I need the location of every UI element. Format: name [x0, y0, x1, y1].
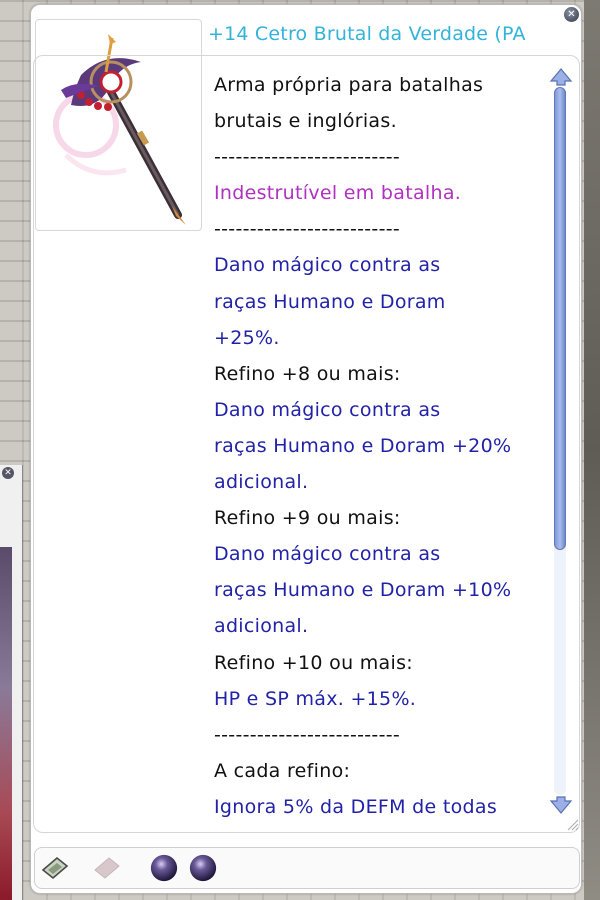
description-line: Arma própria para batalhas [214, 74, 484, 96]
description-line: +25%. [214, 326, 280, 349]
description-line: Indestrutível em batalha. [214, 182, 462, 205]
description-line: Refino +9 ou mais: [214, 507, 401, 530]
description-line: raças Humano e Doram [214, 290, 446, 313]
description-line: brutais e inglórias. [214, 110, 397, 133]
description-line: adicional. [214, 615, 309, 638]
scroll-down-arrow-icon[interactable] [549, 795, 573, 815]
description-line: Refino +8 ou mais: [214, 362, 401, 385]
description-line: adicional. [214, 471, 309, 494]
description-line: Dano mágico contra as [214, 254, 441, 277]
purple-orb-icon[interactable] [188, 853, 218, 883]
background-character [0, 547, 12, 900]
item-info-window: +14 Cetro Brutal da Verdade (PA ✕ Arma p… [30, 4, 582, 894]
description-line: Ignora 5% da DEFM de todas [214, 795, 498, 818]
scroll-up-arrow-icon[interactable] [549, 67, 573, 87]
description-line: -------------------------- [214, 218, 401, 241]
description-line: Refino +10 ou mais: [214, 651, 413, 674]
description-line: A cada refino: [214, 759, 351, 782]
compound-card-icon[interactable] [40, 853, 70, 883]
background-window: ✕ [0, 465, 23, 900]
resize-grip-icon[interactable] [565, 817, 579, 831]
scrollbar-thumb[interactable] [554, 87, 566, 550]
empty-slot-icon[interactable] [92, 853, 122, 883]
close-icon[interactable]: ✕ [564, 7, 579, 22]
purple-orb-icon[interactable] [149, 853, 179, 883]
card-slots-bar [34, 847, 580, 889]
scrollbar-track[interactable] [554, 87, 566, 795]
item-title: +14 Cetro Brutal da Verdade (PA [208, 23, 526, 45]
description-line: raças Humano e Doram +10% [214, 579, 512, 602]
item-description: Arma própria para batalhas brutais e ingl… [214, 67, 547, 827]
description-line: HP e SP máx. +15%. [214, 687, 417, 710]
background-pillar [584, 0, 600, 900]
description-line: -------------------------- [214, 723, 401, 746]
description-line: raças Humano e Doram +20% [214, 434, 512, 457]
description-line: Dano mágico contra as [214, 398, 441, 421]
background-close-icon: ✕ [2, 467, 14, 479]
description-line: -------------------------- [214, 146, 401, 169]
description-line: Dano mágico contra as [214, 543, 441, 566]
